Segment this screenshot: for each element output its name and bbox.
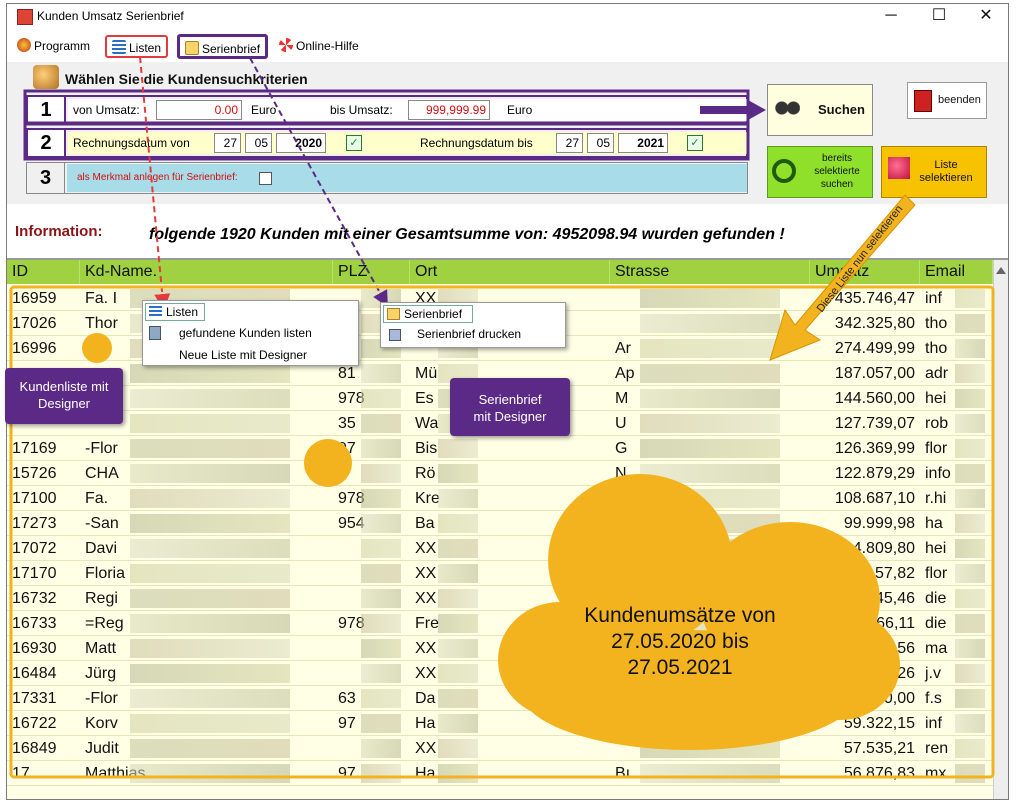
marker-dot-1 bbox=[82, 333, 112, 363]
cloud-text: Kundenumsätze von 27.05.2020 bis 27.05.2… bbox=[584, 604, 776, 679]
arrow-to-suchen-head bbox=[748, 100, 766, 120]
list-icon bbox=[149, 306, 162, 318]
serienbrief-popup: Serienbrief Serienbrief drucken bbox=[380, 302, 566, 348]
highlight-row-1 bbox=[23, 89, 750, 125]
arrow-listen-menu bbox=[139, 56, 171, 310]
serienbrief-callout: Serienbrief mit Designer bbox=[450, 378, 570, 436]
report-icon bbox=[149, 326, 161, 340]
listen-popup-header: Listen bbox=[145, 303, 205, 321]
serienbrief-popup-header: Serienbrief bbox=[383, 305, 473, 323]
serienbrief-popup-header-label: Serienbrief bbox=[404, 307, 463, 321]
neue-liste-designer-item[interactable]: Neue Liste mit Designer bbox=[179, 348, 307, 362]
listen-popup: Listen gefundene Kunden listen Neue List… bbox=[142, 300, 359, 366]
serienbrief-drucken-item[interactable]: Serienbrief drucken bbox=[417, 327, 521, 341]
kundenliste-callout: Kundenliste mit Designer bbox=[5, 368, 123, 424]
print-icon bbox=[389, 329, 401, 341]
marker-dot-2 bbox=[304, 439, 352, 487]
letter-icon bbox=[387, 308, 400, 320]
gefundene-kunden-listen-item[interactable]: gefundene Kunden listen bbox=[179, 326, 312, 340]
arrow-serienbrief-menu bbox=[249, 57, 388, 307]
listen-popup-header-label: Listen bbox=[166, 305, 199, 319]
highlight-row-2 bbox=[23, 122, 750, 161]
